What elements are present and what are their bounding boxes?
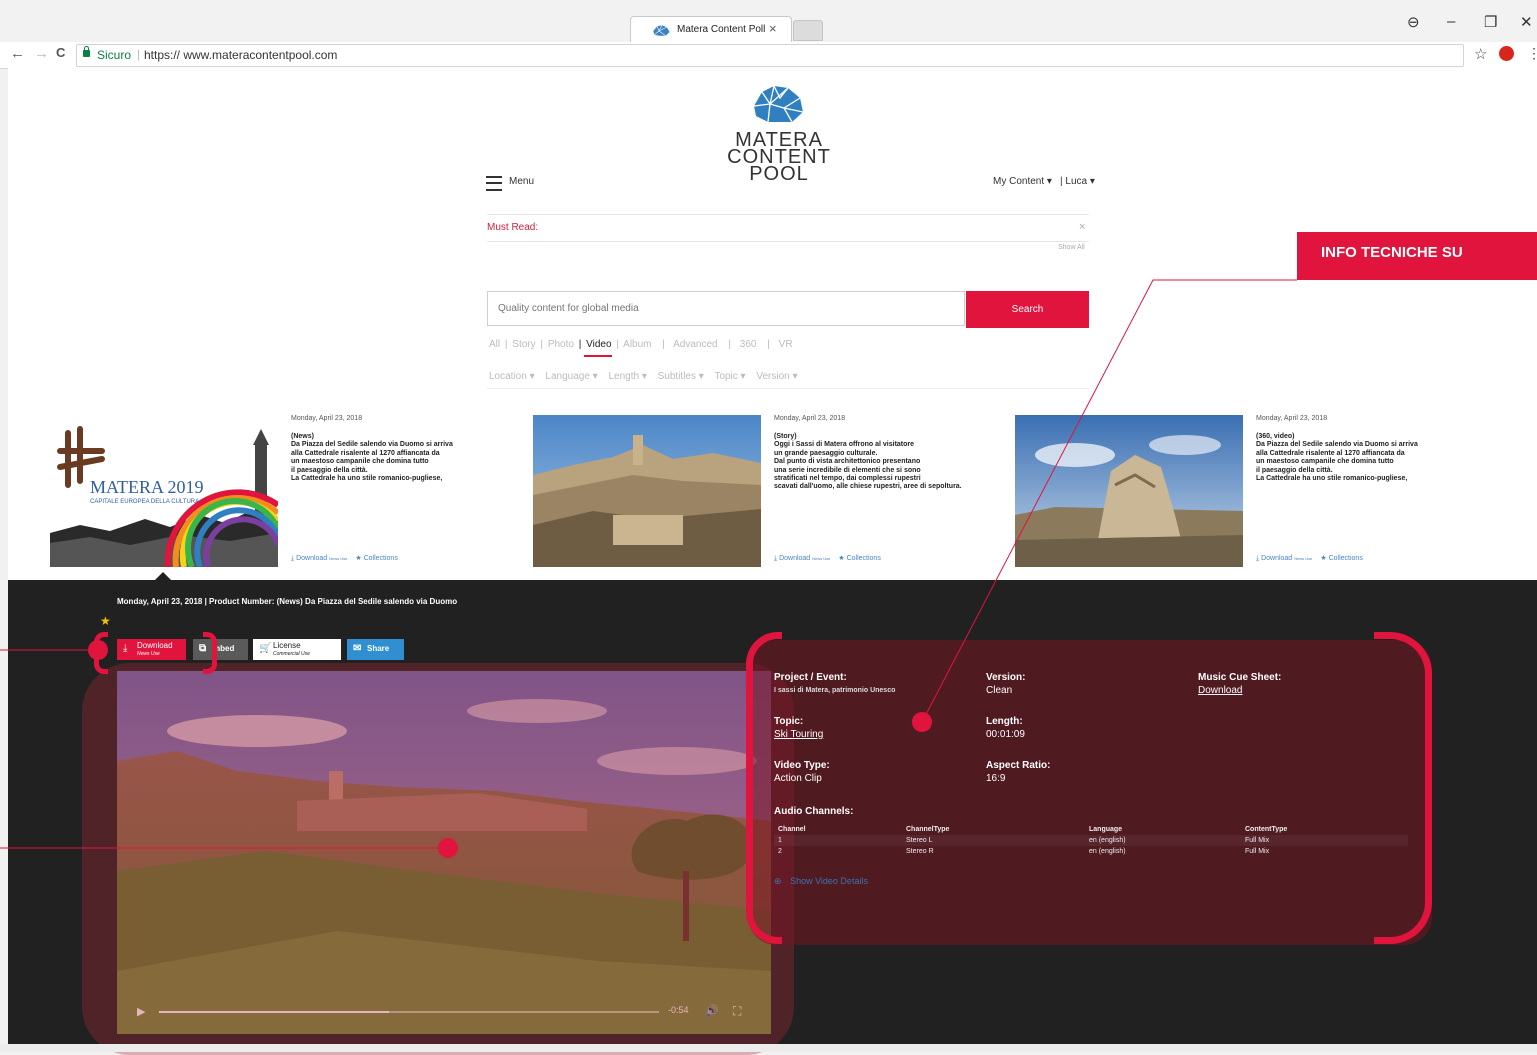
annotation-lines bbox=[0, 279, 1297, 849]
callout-dot-tech-info bbox=[912, 712, 932, 732]
bottom-strip bbox=[0, 1044, 1537, 1052]
callout-dot-download bbox=[88, 640, 108, 660]
callout-dot-video bbox=[438, 838, 458, 858]
